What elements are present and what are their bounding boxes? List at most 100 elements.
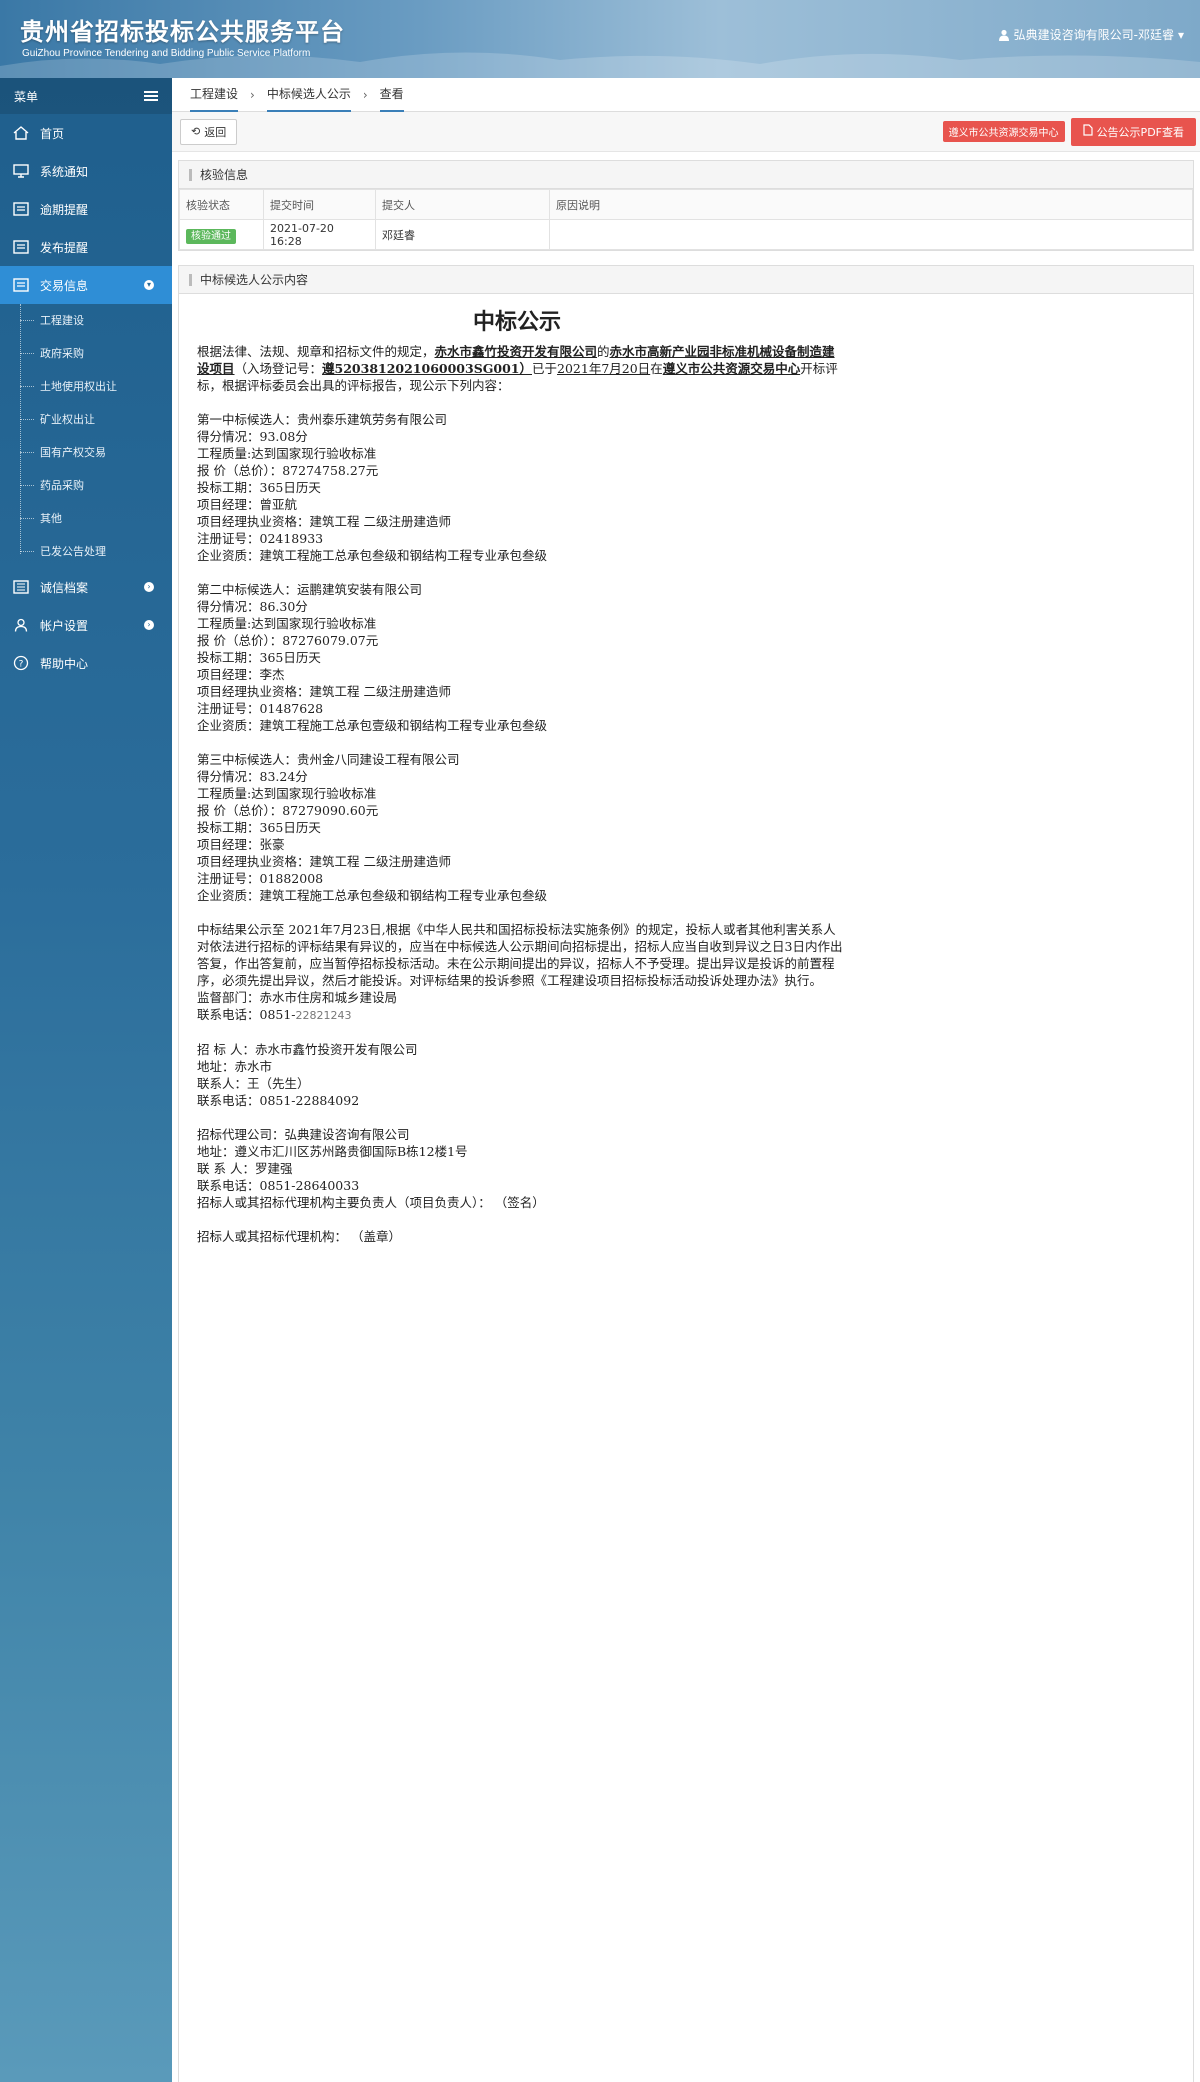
candidate-line: 项目经理执业资格：建筑工程 二级注册建造师 <box>197 854 451 869</box>
chevron-down-icon: ▾ <box>144 280 154 290</box>
notice-document: 中标公示 根据法律、法规、规章和招标文件的规定，赤水市鑫竹投资开发有限公司的赤水… <box>179 312 1193 2082</box>
tenderer-line: 招 标 人：赤水市鑫竹投资开发有限公司 <box>197 1042 418 1057</box>
back-button[interactable]: ⟲ 返回 <box>180 118 238 145</box>
candidate-line: 报 价（总价）：87279090.60元 <box>197 803 379 818</box>
candidate-line: 项目经理：曾亚航 <box>197 497 298 512</box>
breadcrumb-item[interactable]: 中标候选人公示 <box>266 77 351 112</box>
submenu-item[interactable]: 其他 <box>20 502 172 535</box>
user-menu[interactable]: 弘典建设咨询有限公司-邓廷睿 ▾ <box>998 26 1184 43</box>
candidate-line: 投标工期：365日历天 <box>197 650 321 665</box>
toolbar: ⟲ 返回 遵义市公共资源交易中心 公告公示PDF查看 <box>172 112 1200 152</box>
table-header-row: 核验状态 提交时间 提交人 原因说明 <box>179 189 1193 220</box>
candidate-line: 项目经理：张豪 <box>197 837 285 852</box>
breadcrumb-item[interactable]: 工程建设 <box>190 77 239 112</box>
seal-line: 招标人或其招标代理机构： （盖章） <box>197 1229 401 1244</box>
content-panel: 中标候选人公示内容 中标公示 根据法律、法规、规章和招标文件的规定，赤水市鑫竹投… <box>178 265 1194 2082</box>
intro-text: （入场登记号： <box>234 361 323 376</box>
sidebar-item-help[interactable]: ? 帮助中心 <box>0 644 172 682</box>
sidebar-item-label: 帐户设置 <box>40 618 89 633</box>
candidate-line: 企业资质：建筑工程施工总承包叁级和钢结构工程专业承包叁级 <box>197 888 548 903</box>
agent-line: 地址：遵义市汇川区苏州路贵御国际B栋12楼1号 <box>197 1144 468 1159</box>
sidebar-item-label: 交易信息 <box>40 278 89 293</box>
intro-text: 已于 <box>532 361 558 376</box>
candidate-line: 注册证号：01487628 <box>197 701 324 716</box>
doc-icon <box>12 201 30 217</box>
sidebar-item-publish[interactable]: 发布提醒 <box>0 228 172 266</box>
verify-table: 核验状态 提交时间 提交人 原因说明 核验通过 2021-07-20 16:28… <box>179 189 1193 250</box>
menu-header: 菜单 <box>0 78 172 114</box>
tenderer-block: 招 标 人：赤水市鑫竹投资开发有限公司 地址：赤水市 联系人：王（先生） 联系电… <box>197 1041 1179 1109</box>
submenu-item[interactable]: 国有产权交易 <box>20 436 172 469</box>
tenderer-line: 联系电话：0851-22884092 <box>197 1093 360 1108</box>
candidate-line: 第三中标候选人：贵州金八同建设工程有限公司 <box>197 752 460 767</box>
back-icon: ⟲ <box>191 125 201 138</box>
verify-panel: 核验信息 核验状态 提交时间 提交人 原因说明 核验通过 2021-07-20 … <box>178 160 1194 251</box>
candidate-line: 注册证号：02418933 <box>197 531 324 546</box>
breadcrumb: 工程建设 › 中标候选人公示 › 查看 <box>172 78 1200 112</box>
column-header: 原因说明 <box>549 189 1193 220</box>
candidate-line: 得分情况：93.08分 <box>197 429 308 444</box>
hamburger-icon[interactable] <box>144 91 158 101</box>
intro-text: 在 <box>650 361 663 376</box>
sidebar-item-overdue[interactable]: 逾期提醒 <box>0 190 172 228</box>
top-header: 贵州省招标投标公共服务平台 GuiZhou Province Tendering… <box>0 0 1200 78</box>
column-header: 核验状态 <box>179 189 264 220</box>
sidebar: 菜单 首页 系统通知 逾期提醒 发布提醒 交易信息 ▾ 工程建设 政府采购 土地… <box>0 78 172 2082</box>
open-date: 2021年7月20日 <box>557 361 651 376</box>
agent-line: 招标人或其招标代理机构主要负责人（项目负责人）： （签名） <box>197 1195 545 1210</box>
status-badge: 核验通过 <box>186 229 236 244</box>
content-panel-title: 中标候选人公示内容 <box>179 266 1193 294</box>
submenu-item[interactable]: 土地使用权出让 <box>20 370 172 403</box>
candidate-line: 投标工期：365日历天 <box>197 480 321 495</box>
candidate-block: 第二中标候选人：运鹏建筑安装有限公司 得分情况：86.30分 工程质量:达到国家… <box>197 581 1179 734</box>
column-header: 提交时间 <box>263 189 376 220</box>
trading-center: 遵义市公共资源交易中心 <box>662 361 801 376</box>
submenu-item[interactable]: 政府采购 <box>20 337 172 370</box>
sidebar-item-label: 首页 <box>40 126 65 141</box>
agent-line: 联 系 人：罗建强 <box>197 1161 293 1176</box>
candidate-line: 报 价（总价）：87274758.27元 <box>197 463 379 478</box>
submenu-item[interactable]: 药品采购 <box>20 469 172 502</box>
trade-submenu: 工程建设 政府采购 土地使用权出让 矿业权出让 国有产权交易 药品采购 其他 已… <box>0 304 172 568</box>
chevron-right-icon: › <box>144 620 154 630</box>
candidate-line: 投标工期：365日历天 <box>197 820 321 835</box>
supervisor-phone-line: 联系电话：0851-22821243 <box>197 1006 847 1024</box>
doc-icon <box>12 239 30 255</box>
pdf-view-button[interactable]: 公告公示PDF查看 <box>1070 117 1196 146</box>
home-icon <box>12 125 30 141</box>
candidate-line: 得分情况：83.24分 <box>197 769 308 784</box>
submenu-item[interactable]: 矿业权出让 <box>20 403 172 436</box>
sidebar-item-credit[interactable]: 诚信档案 › <box>0 568 172 606</box>
chevron-right-icon: › <box>362 87 368 102</box>
candidate-line: 项目经理执业资格：建筑工程 二级注册建造师 <box>197 514 451 529</box>
candidate-line: 工程质量:达到国家现行验收标准 <box>197 446 377 461</box>
menu-label: 菜单 <box>14 89 39 104</box>
help-icon: ? <box>12 655 30 671</box>
phone-number: 22821243 <box>295 1009 352 1022</box>
sidebar-item-account[interactable]: 帐户设置 › <box>0 606 172 644</box>
agent-line: 招标代理公司：弘典建设咨询有限公司 <box>197 1127 410 1142</box>
candidate-line: 报 价（总价）：87276079.07元 <box>197 633 379 648</box>
svg-text:?: ? <box>19 660 24 670</box>
trading-center-tag[interactable]: 遵义市公共资源交易中心 <box>942 121 1065 142</box>
doc-icon <box>12 277 30 293</box>
sidebar-item-label: 帮助中心 <box>40 656 89 671</box>
sidebar-item-home[interactable]: 首页 <box>0 114 172 152</box>
candidate-line: 注册证号：01882008 <box>197 871 324 886</box>
submenu-item[interactable]: 已发公告处理 <box>20 535 172 568</box>
caret-down-icon: ▾ <box>1177 27 1184 42</box>
reason-cell <box>549 219 1193 250</box>
candidate-block: 第一中标候选人：贵州泰乐建筑劳务有限公司 得分情况：93.08分 工程质量:达到… <box>197 411 1179 564</box>
submenu-item[interactable]: 工程建设 <box>20 304 172 337</box>
sidebar-item-notice[interactable]: 系统通知 <box>0 152 172 190</box>
chevron-right-icon: › <box>250 87 255 102</box>
sidebar-item-label: 逾期提醒 <box>40 202 89 217</box>
column-header: 提交人 <box>375 189 550 220</box>
sidebar-item-label: 发布提醒 <box>40 240 89 255</box>
registration-number: 遵5203812021060003SG001） <box>322 361 532 376</box>
sidebar-item-trade[interactable]: 交易信息 ▾ <box>0 266 172 304</box>
breadcrumb-item[interactable]: 查看 <box>379 77 404 112</box>
table-row: 核验通过 2021-07-20 16:28 邓廷睿 <box>179 219 1193 250</box>
notice-paragraph: 中标结果公示至 2021年7月23日,根据《中华人民共和国招标投标法实施条例》的… <box>197 922 843 988</box>
tenderer-line: 地址：赤水市 <box>197 1059 273 1074</box>
